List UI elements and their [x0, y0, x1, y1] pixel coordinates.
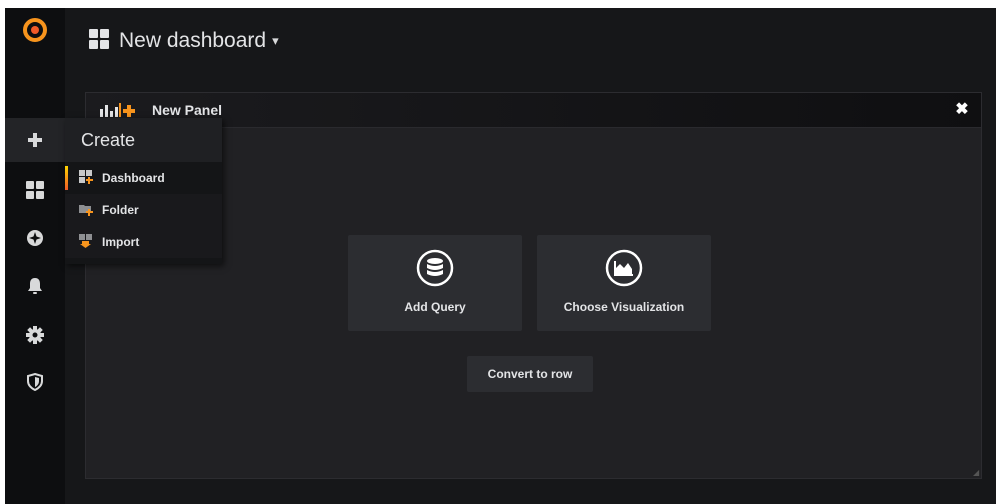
chevron-down-icon[interactable]: ▾ — [272, 33, 279, 49]
choose-visualization-label: Choose Visualization — [563, 300, 685, 314]
convert-to-row-button[interactable]: Convert to row — [467, 356, 593, 392]
panel-title: New Panel — [152, 102, 223, 118]
close-icon[interactable]: ✖ — [953, 101, 971, 119]
bell-icon[interactable] — [5, 266, 65, 306]
compass-icon[interactable] — [5, 218, 65, 258]
grafana-logo-icon[interactable] — [5, 8, 65, 52]
dashboards-grid-icon[interactable] — [5, 170, 65, 210]
choose-visualization-button[interactable]: Choose Visualization — [537, 235, 711, 331]
menu-item-import[interactable]: Import — [65, 226, 222, 258]
create-menu: Create Dashboard Folder Import — [65, 118, 222, 264]
dashboard-title-bar[interactable]: New dashboard ▾ — [89, 26, 279, 56]
resize-handle-icon[interactable]: ◢ — [973, 469, 979, 477]
sidebar — [5, 8, 65, 504]
menu-item-dashboard[interactable]: Dashboard — [65, 162, 222, 194]
area-chart-icon — [605, 249, 643, 292]
dashboard-title[interactable]: New dashboard — [119, 29, 266, 53]
dashboards-grid-icon — [89, 28, 109, 54]
folder-add-icon — [79, 202, 93, 219]
menu-item-label: Folder — [102, 203, 139, 217]
add-panel-icon — [100, 102, 140, 118]
add-query-button[interactable]: Add Query — [348, 235, 522, 331]
database-icon — [416, 249, 454, 292]
dashboard-add-icon — [79, 169, 93, 187]
plus-icon[interactable] — [5, 118, 65, 162]
gear-icon[interactable] — [5, 315, 65, 355]
shield-icon[interactable] — [5, 362, 65, 402]
menu-item-label: Dashboard — [102, 171, 165, 185]
app-window: New dashboard ▾ New Panel ✖ Add Query Ch… — [5, 8, 996, 504]
add-query-label: Add Query — [404, 300, 466, 314]
menu-item-label: Import — [102, 235, 140, 249]
import-icon — [79, 233, 93, 251]
menu-item-folder[interactable]: Folder — [65, 194, 222, 226]
create-menu-title[interactable]: Create — [65, 118, 222, 162]
